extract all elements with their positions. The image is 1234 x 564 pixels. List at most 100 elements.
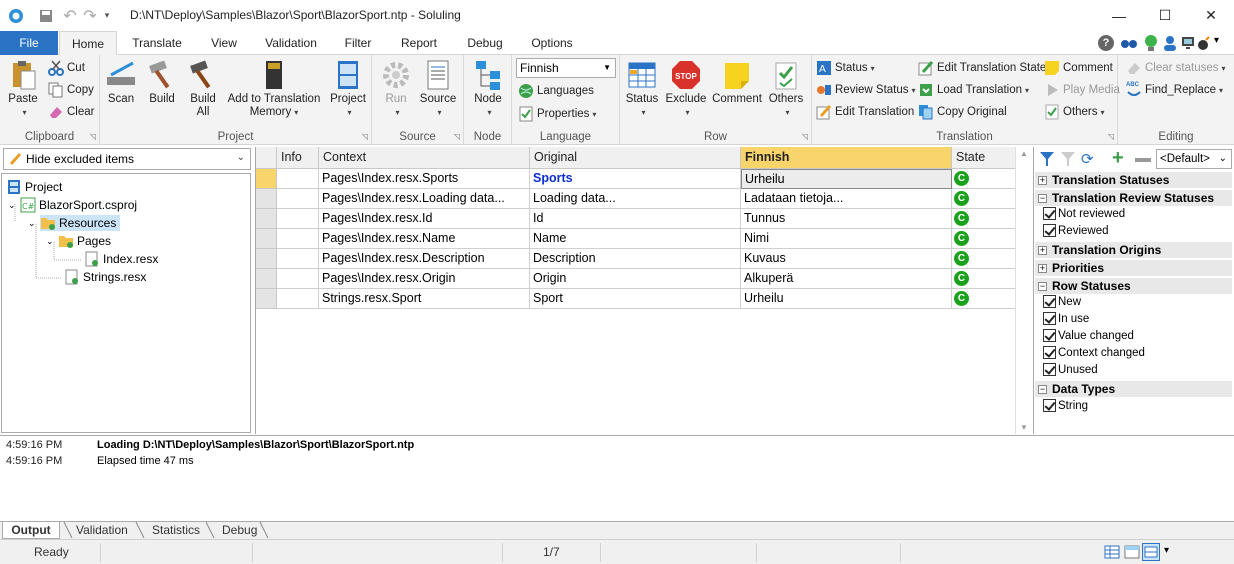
state-cell[interactable]: C — [952, 289, 1016, 309]
bomb-icon[interactable] — [1197, 35, 1211, 51]
properties-button[interactable]: Properties ▾ — [518, 104, 596, 124]
remove-icon[interactable] — [1135, 158, 1151, 162]
tab-filter[interactable]: Filter — [338, 31, 378, 55]
table-row[interactable]: Pages\Index.resx.Name Name Nimi C — [256, 229, 1016, 249]
table-row[interactable]: Pages\Index.resx.Id Id Tunnus C — [256, 209, 1016, 229]
state-cell[interactable]: C — [952, 269, 1016, 289]
filter-preset-select[interactable]: <Default> ⌄ — [1156, 149, 1232, 169]
column-header-finnish[interactable]: Finnish — [741, 147, 952, 169]
user-icon[interactable] — [1163, 35, 1177, 51]
checkbox-checked-icon[interactable] — [1043, 399, 1056, 412]
source-button[interactable]: Source ▾ — [418, 59, 458, 119]
checkbox-checked-icon[interactable] — [1043, 346, 1056, 359]
clipboard-dialog-launcher-icon[interactable]: ◹ — [90, 132, 96, 141]
row-others-button[interactable]: Others ▾ — [764, 59, 808, 119]
info-cell[interactable] — [277, 289, 319, 309]
original-cell[interactable]: Name — [530, 229, 741, 249]
section-priorities[interactable]: + Priorities — [1035, 260, 1232, 276]
context-cell[interactable]: Pages\Index.resx.Loading data... — [319, 189, 530, 209]
exclude-button[interactable]: STOP Exclude ▾ — [664, 59, 708, 119]
copy-button[interactable]: Copy — [48, 80, 94, 100]
add-icon[interactable]: + — [1112, 147, 1124, 170]
tab-validation[interactable]: Validation — [258, 31, 324, 55]
tab-file[interactable]: File — [0, 31, 58, 55]
language-select[interactable]: Finnish ▼ — [516, 58, 616, 78]
finnish-cell[interactable]: Ladataan tietoja... — [741, 189, 952, 209]
row-status-button[interactable]: Status ▾ — [622, 59, 662, 119]
original-cell[interactable]: Description — [530, 249, 741, 269]
finnish-cell[interactable]: Urheilu — [741, 169, 952, 189]
refresh-icon[interactable]: ⟳ — [1081, 150, 1094, 168]
section-row-statuses[interactable]: − Row Statuses — [1035, 278, 1232, 294]
finnish-cell[interactable]: Nimi — [741, 229, 952, 249]
original-cell[interactable]: Sports — [530, 169, 741, 189]
review-status-button[interactable]: Review Status ▾ — [816, 80, 916, 100]
tree-filter-select[interactable]: Hide excluded items ⌄ — [3, 148, 251, 170]
node-button[interactable]: Node ▾ — [468, 59, 508, 119]
state-cell[interactable]: C — [952, 249, 1016, 269]
copy-original-button[interactable]: Copy Original — [918, 102, 1007, 122]
app-icon[interactable] — [6, 0, 26, 31]
context-cell[interactable]: Strings.resx.Sport — [319, 289, 530, 309]
table-row[interactable]: Pages\Index.resx.Origin Origin Alkuperä … — [256, 269, 1016, 289]
table-row[interactable]: Pages\Index.resx.Description Description… — [256, 249, 1016, 269]
original-cell[interactable]: Loading data... — [530, 189, 741, 209]
find-replace-button[interactable]: ABC Find_Replace ▾ — [1126, 80, 1223, 100]
checkbox-context-changed[interactable]: Context changed — [1043, 344, 1145, 361]
state-cell[interactable]: C — [952, 229, 1016, 249]
expand-plus-icon[interactable]: + — [1038, 245, 1047, 255]
play-media-button[interactable]: Play Media — [1044, 80, 1120, 100]
checkbox-checked-icon[interactable] — [1043, 312, 1056, 325]
column-header-original[interactable]: Original — [530, 147, 741, 169]
filter-clear-icon[interactable] — [1060, 151, 1076, 167]
section-translation-statuses[interactable]: + Translation Statuses — [1035, 172, 1232, 188]
checkbox-unused[interactable]: Unused — [1043, 361, 1098, 378]
edit-translation-state-button[interactable]: Edit Translation State — [918, 58, 1046, 78]
section-data-types[interactable]: − Data Types — [1035, 381, 1232, 397]
info-cell[interactable] — [277, 269, 319, 289]
info-cell[interactable] — [277, 169, 319, 189]
collapse-minus-icon[interactable]: − — [1038, 281, 1047, 291]
tab-home[interactable]: Home — [59, 31, 117, 56]
table-row[interactable]: Strings.resx.Sport Sport Urheilu C — [256, 289, 1016, 309]
row-header[interactable] — [256, 209, 277, 229]
tab-output[interactable]: Output — [2, 522, 60, 539]
run-button[interactable]: Run ▾ — [376, 59, 416, 119]
column-header-context[interactable]: Context — [319, 147, 530, 169]
finnish-cell[interactable]: Alkuperä — [741, 269, 952, 289]
info-cell[interactable] — [277, 249, 319, 269]
checkbox-string[interactable]: String — [1043, 397, 1088, 414]
translation-comment-button[interactable]: Comment — [1044, 58, 1113, 78]
binoculars-icon[interactable] — [1120, 37, 1138, 49]
state-cell[interactable]: C — [952, 169, 1016, 189]
list-view-icon[interactable] — [1142, 543, 1160, 561]
translation-others-button[interactable]: Others ▾ — [1044, 102, 1105, 122]
state-cell[interactable]: C — [952, 209, 1016, 229]
info-cell[interactable] — [277, 209, 319, 229]
tab-view[interactable]: View — [202, 31, 246, 55]
filter-icon[interactable] — [1039, 151, 1055, 167]
clear-statuses-button[interactable]: Clear statuses ▾ — [1126, 58, 1226, 78]
clear-button[interactable]: Clear — [48, 102, 94, 122]
checkbox-checked-icon[interactable] — [1043, 295, 1056, 308]
split-view-icon[interactable] — [1124, 545, 1140, 559]
column-header-state[interactable]: State — [952, 147, 1016, 169]
info-cell[interactable] — [277, 189, 319, 209]
project-button[interactable]: Project ▾ — [326, 59, 370, 119]
info-cell[interactable] — [277, 229, 319, 249]
languages-button[interactable]: Languages — [518, 81, 594, 101]
checkbox-checked-icon[interactable] — [1043, 363, 1056, 376]
section-translation-review-statuses[interactable]: − Translation Review Statuses — [1035, 190, 1232, 206]
checkbox-value-changed[interactable]: Value changed — [1043, 327, 1134, 344]
grid-scrollbar[interactable]: ▲ ▼ — [1015, 147, 1032, 434]
bulb-icon[interactable] — [1144, 34, 1158, 52]
view-dropdown-icon[interactable]: ▾ — [1164, 545, 1169, 556]
checkbox-in-use[interactable]: In use — [1043, 310, 1089, 327]
column-header-info[interactable]: Info — [277, 147, 319, 169]
finnish-cell[interactable]: Urheilu — [741, 289, 952, 309]
collapse-minus-icon[interactable]: − — [1038, 193, 1047, 203]
undo-icon[interactable]: ↶ — [60, 0, 80, 31]
state-cell[interactable]: C — [952, 189, 1016, 209]
minimize-icon[interactable]: — — [1096, 0, 1142, 31]
row-header[interactable] — [256, 229, 277, 249]
